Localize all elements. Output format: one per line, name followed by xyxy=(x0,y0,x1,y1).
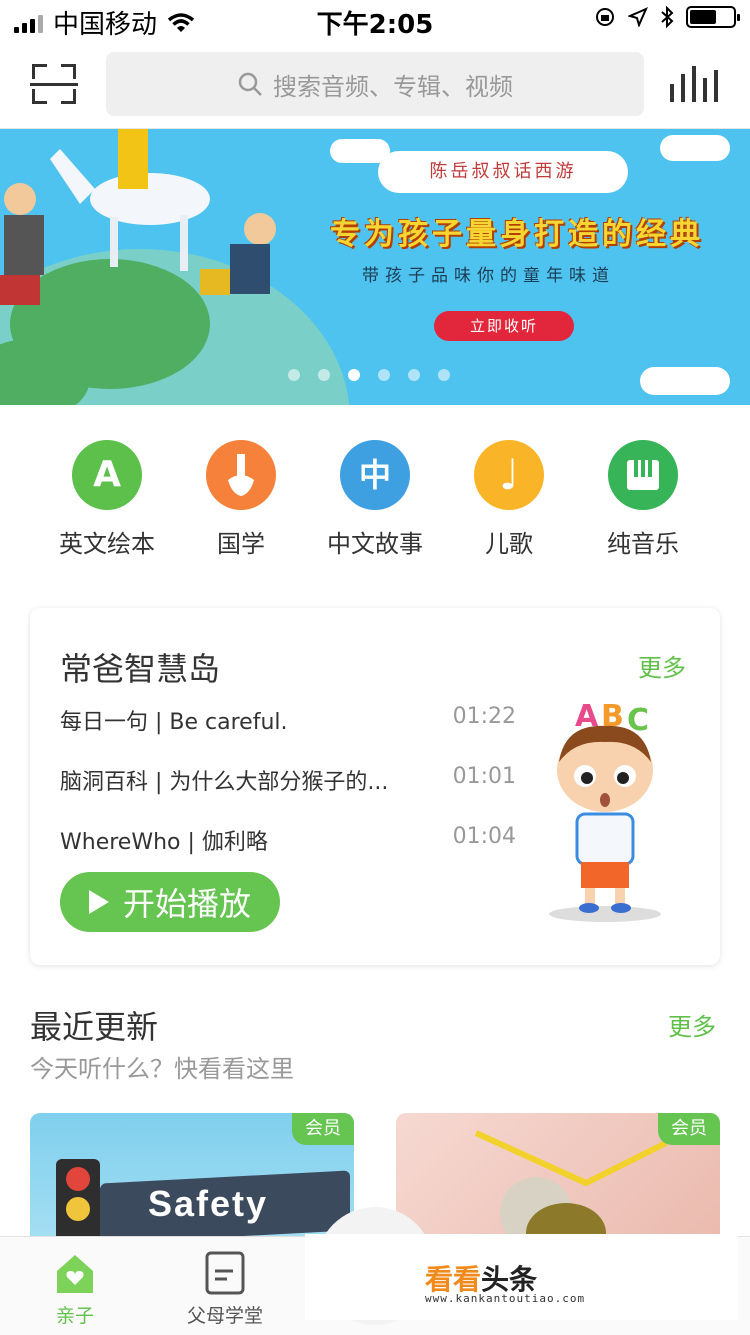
recent-more-link[interactable]: 更多 xyxy=(668,1007,716,1042)
track-item[interactable]: 脑洞百科 | 为什么大部分猴子的... 01:01 xyxy=(60,764,516,796)
category-label: 国学 xyxy=(217,530,265,558)
cloud-decoration xyxy=(660,135,730,161)
status-right xyxy=(594,6,740,28)
search-input[interactable]: 搜索音频、专辑、视频 xyxy=(106,52,644,116)
banner-subline: 带孩子品味你的童年味道 xyxy=(362,266,615,286)
scan-icon[interactable] xyxy=(30,64,78,104)
track-name: WhereWho | 伽利略 xyxy=(60,830,268,855)
status-bar: 中国移动 下午2:05 xyxy=(0,0,750,40)
search-icon xyxy=(238,72,262,96)
brush-icon xyxy=(206,440,276,510)
promo-banner[interactable]: 陈岳叔叔话西游 专为孩子量身打造的经典 带孩子品味你的童年味道 立即收听 xyxy=(0,129,750,405)
cloud-decoration xyxy=(640,367,730,395)
carousel-dot[interactable] xyxy=(438,369,450,381)
recent-tile[interactable]: 会员 xyxy=(396,1113,720,1253)
notebook-icon xyxy=(203,1251,247,1295)
music-note-icon: ♩ xyxy=(474,440,544,510)
track-name: 每日一句 | Be careful. xyxy=(60,710,288,735)
location-icon xyxy=(628,7,648,27)
play-label: 开始播放 xyxy=(122,885,251,923)
piano-icon xyxy=(608,440,678,510)
track-item[interactable]: 每日一句 | Be careful. 01:22 xyxy=(60,704,516,736)
tab-label: 亲子 xyxy=(55,1305,94,1327)
track-duration: 01:01 xyxy=(452,764,516,789)
banner-cloud-title: 陈岳叔叔话西游 xyxy=(378,151,628,193)
watermark-url: www.kankantoutiao.com xyxy=(425,1292,586,1305)
playing-bars-icon[interactable] xyxy=(670,66,718,102)
carousel-dot[interactable] xyxy=(348,369,360,381)
chinese-char-icon: 中 xyxy=(340,440,410,510)
recent-section-subtitle: 今天听什么？快看看这里 xyxy=(30,1055,294,1083)
category-label: 儿歌 xyxy=(485,530,533,558)
category-label: 中文故事 xyxy=(327,530,423,558)
carousel-dot[interactable] xyxy=(288,369,300,381)
member-badge: 会员 xyxy=(292,1113,354,1145)
carousel-dot[interactable] xyxy=(378,369,390,381)
track-name: 脑洞百科 | 为什么大部分猴子的... xyxy=(60,770,389,795)
category-label: 英文绘本 xyxy=(59,530,155,558)
rotation-lock-icon xyxy=(596,8,614,26)
carousel-dot[interactable] xyxy=(408,369,420,381)
letter-a-icon: A xyxy=(72,440,142,510)
bluetooth-icon xyxy=(661,6,674,28)
card-title: 常爸智慧岛 xyxy=(60,650,221,688)
battery-icon xyxy=(686,6,740,28)
category-guoxue[interactable]: 国学 xyxy=(174,440,308,559)
monk-illustration xyxy=(200,213,276,295)
pig-illustration xyxy=(0,183,44,305)
tab-parent-child[interactable]: 亲子 xyxy=(0,1251,150,1328)
home-heart-icon xyxy=(53,1251,97,1295)
category-chinese-stories[interactable]: 中 中文故事 xyxy=(308,440,442,559)
top-bar: 搜索音频、专辑、视频 xyxy=(0,40,750,129)
category-row: A 英文绘本 国学 中 中文故事 ♩ 儿歌 纯音乐 xyxy=(0,440,750,570)
banner-headline: 专为孩子量身打造的经典 xyxy=(330,217,704,252)
recent-tile[interactable]: Safety 会员 xyxy=(30,1113,354,1253)
member-badge: 会员 xyxy=(658,1113,720,1145)
start-play-button[interactable]: 开始播放 xyxy=(60,872,280,932)
search-placeholder: 搜索音频、专辑、视频 xyxy=(273,72,513,101)
album-card: 常爸智慧岛 更多 每日一句 | Be careful. 01:22 脑洞百科 |… xyxy=(30,608,720,965)
card-more-link[interactable]: 更多 xyxy=(638,648,686,683)
tab-label: 父母学堂 xyxy=(186,1305,263,1327)
play-icon xyxy=(88,890,109,914)
watermark: 看看头条 www.kankantoutiao.com xyxy=(305,1234,738,1320)
category-label: 纯音乐 xyxy=(607,530,679,558)
track-duration: 01:04 xyxy=(452,824,516,849)
category-pure-music[interactable]: 纯音乐 xyxy=(576,440,710,559)
kid-illustration: A B C xyxy=(549,699,661,922)
category-english-picture-book[interactable]: A 英文绘本 xyxy=(40,440,174,559)
track-item[interactable]: WhereWho | 伽利略 01:04 xyxy=(60,824,516,856)
carousel-dot[interactable] xyxy=(318,369,330,381)
tile-title: Safety xyxy=(148,1183,269,1224)
track-duration: 01:22 xyxy=(452,704,516,729)
listen-now-button[interactable]: 立即收听 xyxy=(434,311,574,341)
carousel-dots[interactable] xyxy=(288,369,450,381)
tab-parent-school[interactable]: 父母学堂 xyxy=(150,1251,300,1328)
category-nursery-rhymes[interactable]: ♩ 儿歌 xyxy=(442,440,576,559)
recent-section-title: 最近更新 xyxy=(30,1008,159,1046)
